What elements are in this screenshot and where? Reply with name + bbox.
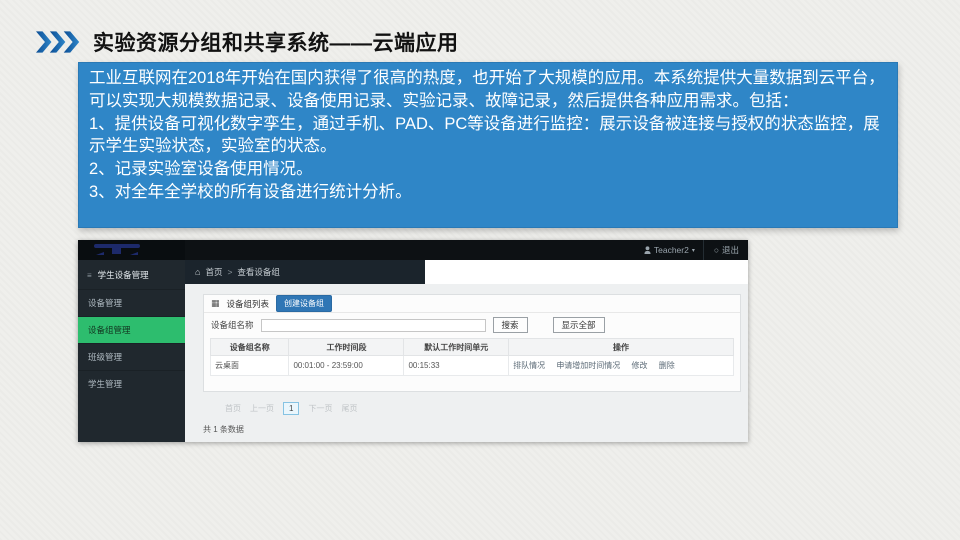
table-row: 云桌面 00:01:00 - 23:59:00 00:15:33 排队情况 申请…: [211, 356, 734, 376]
sidebar-item-student-management[interactable]: 学生管理: [78, 370, 185, 397]
device-group-panel: ▦ 设备组列表 创建设备组 设备组名称 搜索 显示全部 设备组名称 工作时间: [203, 294, 741, 392]
app-screenshot: Teacher2 ▾ ○ 退出 ≡ 学生设备管理 设备管理 设备组管理 班级管理…: [78, 240, 748, 442]
queue-status-link[interactable]: 排队情况: [513, 361, 545, 370]
cell-group-name: 云桌面: [211, 356, 289, 376]
total-records: 共 1 条数据: [203, 424, 244, 435]
pagination-first[interactable]: 首页: [225, 403, 241, 414]
panel-tab-row: ▦ 设备组列表 创建设备组: [204, 295, 740, 313]
header-group-name: 设备组名称: [211, 339, 289, 356]
description-point-1: 1、提供设备可视化数字孪生，通过手机、PAD、PC等设备进行监控：展示设备被连接…: [89, 113, 887, 159]
pagination-next[interactable]: 下一页: [308, 403, 332, 414]
sidebar-section-student-device[interactable]: ≡ 学生设备管理: [78, 260, 185, 289]
cell-default-time-unit: 00:15:33: [404, 356, 509, 376]
search-row: 设备组名称 搜索 显示全部: [204, 313, 740, 336]
table-header-row: 设备组名称 工作时间段 默认工作时间单元 操作: [211, 339, 734, 356]
cell-work-period: 00:01:00 - 23:59:00: [289, 356, 404, 376]
user-menu[interactable]: Teacher2 ▾: [636, 240, 703, 260]
sidebar-item-device-management[interactable]: 设备管理: [78, 289, 185, 316]
logo-icon: [92, 242, 150, 258]
sidebar-item-device-group-management[interactable]: 设备组管理: [78, 316, 185, 343]
app-logo[interactable]: [78, 240, 185, 260]
breadcrumb-current: 查看设备组: [237, 266, 280, 278]
description-point-2: 2、记录实验室设备使用情况。: [89, 158, 887, 181]
slide: 实验资源分组和共享系统——云端应用 工业互联网在2018年开始在国内获得了很高的…: [0, 0, 960, 540]
device-group-table: 设备组名称 工作时间段 默认工作时间单元 操作 云桌面 00:01:00 - 2…: [210, 338, 734, 376]
pagination: 首页 上一页 1 下一页 尾页: [225, 402, 357, 415]
pagination-prev[interactable]: 上一页: [250, 403, 274, 414]
home-icon: ⌂: [195, 267, 200, 277]
menu-icon: ≡: [87, 271, 92, 280]
breadcrumb: ⌂ 首页 > 查看设备组: [185, 260, 425, 284]
delete-link[interactable]: 删除: [659, 361, 675, 370]
description-intro: 工业互联网在2018年开始在国内获得了很高的热度，也开始了大规模的应用。本系统提…: [89, 67, 887, 113]
chevron-down-icon: ▾: [692, 247, 695, 254]
create-device-group-button[interactable]: 创建设备组: [276, 295, 332, 312]
show-all-button[interactable]: 显示全部: [553, 317, 605, 333]
app-content: ⌂ 首页 > 查看设备组 ▦ 设备组列表 创建设备组 设备组名称 搜索 显示全部: [185, 260, 748, 442]
sidebar-section-label: 学生设备管理: [98, 269, 149, 281]
grid-icon: ▦: [211, 298, 220, 309]
power-icon: ○: [714, 245, 719, 255]
search-field-label: 设备组名称: [211, 319, 254, 331]
page-title: 实验资源分组和共享系统——云端应用: [93, 27, 459, 57]
logout-button[interactable]: ○ 退出: [703, 240, 743, 260]
triple-chevron-icon: [36, 31, 80, 53]
modify-link[interactable]: 修改: [632, 361, 648, 370]
app-navbar: Teacher2 ▾ ○ 退出: [78, 240, 748, 260]
sidebar: ≡ 学生设备管理 设备管理 设备组管理 班级管理 学生管理: [78, 260, 185, 442]
header-actions: 操作: [509, 339, 734, 356]
navbar-right: Teacher2 ▾ ○ 退出: [636, 240, 743, 260]
time-increase-request-link[interactable]: 申请增加时间情况: [556, 361, 620, 370]
breadcrumb-home[interactable]: 首页: [205, 266, 222, 278]
device-group-name-input[interactable]: [261, 319, 486, 332]
user-name: Teacher2: [654, 245, 689, 255]
logout-label: 退出: [722, 244, 739, 256]
title-row: 实验资源分组和共享系统——云端应用: [36, 27, 459, 57]
pagination-last[interactable]: 尾页: [341, 403, 357, 414]
pagination-current-page[interactable]: 1: [283, 402, 299, 415]
breadcrumb-row: ⌂ 首页 > 查看设备组: [185, 260, 748, 284]
cell-actions: 排队情况 申请增加时间情况 修改 删除: [509, 356, 734, 376]
description-point-3: 3、对全年全学校的所有设备进行统计分析。: [89, 181, 887, 204]
sidebar-item-class-management[interactable]: 班级管理: [78, 343, 185, 370]
tab-device-group-list[interactable]: 设备组列表: [227, 298, 270, 310]
header-default-time-unit: 默认工作时间单元: [404, 339, 509, 356]
user-icon: [644, 246, 651, 254]
header-work-period: 工作时间段: [289, 339, 404, 356]
breadcrumb-separator: >: [227, 267, 232, 277]
description-box: 工业互联网在2018年开始在国内获得了很高的热度，也开始了大规模的应用。本系统提…: [78, 62, 898, 228]
search-button[interactable]: 搜索: [493, 317, 528, 333]
